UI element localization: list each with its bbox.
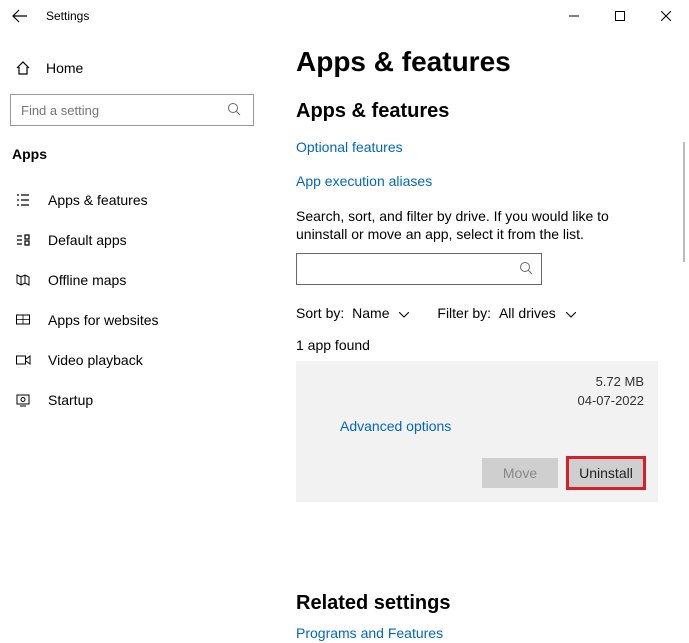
sort-value: Name	[352, 305, 389, 321]
nav-item-label: Default apps	[48, 232, 127, 248]
page-title: Apps & features	[296, 46, 689, 78]
nav-item-label: Offline maps	[48, 272, 126, 288]
nav-apps-features[interactable]: Apps & features	[10, 180, 265, 220]
nav-item-label: Startup	[48, 392, 93, 408]
filter-value: All drives	[499, 305, 556, 321]
nav-offline-maps[interactable]: Offline maps	[10, 260, 265, 300]
default-apps-icon	[14, 232, 32, 248]
minimize-button[interactable]	[551, 0, 597, 32]
startup-icon	[14, 392, 32, 408]
apps-found-count: 1 app found	[296, 337, 689, 353]
nav-item-label: Video playback	[48, 352, 143, 368]
app-size: 5.72 MB	[578, 373, 645, 391]
filter-label: Filter by:	[437, 305, 491, 321]
nav-video-playback[interactable]: Video playback	[10, 340, 265, 380]
link-programs-features[interactable]: Programs and Features	[296, 625, 443, 641]
nav-item-label: Apps & features	[48, 192, 148, 208]
uninstall-button[interactable]: Uninstall	[568, 458, 644, 488]
maximize-icon	[615, 11, 625, 21]
section-description: Search, sort, and filter by drive. If yo…	[296, 207, 662, 243]
settings-search-input[interactable]	[10, 94, 254, 126]
back-button[interactable]	[0, 0, 40, 32]
nav-home[interactable]: Home	[10, 50, 265, 86]
scrollbar[interactable]	[683, 142, 685, 262]
chevron-down-icon	[399, 305, 409, 321]
link-optional-features[interactable]: Optional features	[296, 139, 403, 155]
app-install-date: 04-07-2022	[578, 392, 645, 410]
section-title: Apps & features	[296, 100, 689, 123]
sort-label: Sort by:	[296, 305, 344, 321]
list-icon	[14, 192, 32, 208]
close-icon	[661, 11, 671, 21]
nav-item-label: Apps for websites	[48, 312, 159, 328]
chevron-down-icon	[566, 305, 576, 321]
search-icon	[227, 102, 241, 121]
apps-websites-icon	[14, 312, 32, 328]
app-list-item[interactable]: 5.72 MB 04-07-2022 Advanced options Move…	[296, 361, 658, 501]
window-title: Settings	[46, 9, 89, 23]
nav-startup[interactable]: Startup	[10, 380, 265, 420]
app-search-input[interactable]	[296, 253, 542, 285]
nav-home-label: Home	[46, 60, 83, 76]
link-advanced-options[interactable]: Advanced options	[340, 418, 644, 434]
search-icon	[519, 261, 533, 280]
minimize-icon	[569, 11, 579, 21]
nav-default-apps[interactable]: Default apps	[10, 220, 265, 260]
sort-by-dropdown[interactable]: Sort by: Name	[296, 305, 409, 321]
nav-section-label: Apps	[10, 146, 265, 162]
maximize-button[interactable]	[597, 0, 643, 32]
home-icon	[14, 60, 32, 76]
nav-apps-websites[interactable]: Apps for websites	[10, 300, 265, 340]
close-button[interactable]	[643, 0, 689, 32]
move-button: Move	[482, 458, 558, 488]
link-app-execution-aliases[interactable]: App execution aliases	[296, 173, 432, 189]
video-icon	[14, 352, 32, 368]
map-icon	[14, 272, 32, 288]
related-settings-title: Related settings	[296, 592, 689, 615]
back-arrow-icon	[12, 8, 28, 24]
filter-by-dropdown[interactable]: Filter by: All drives	[437, 305, 575, 321]
